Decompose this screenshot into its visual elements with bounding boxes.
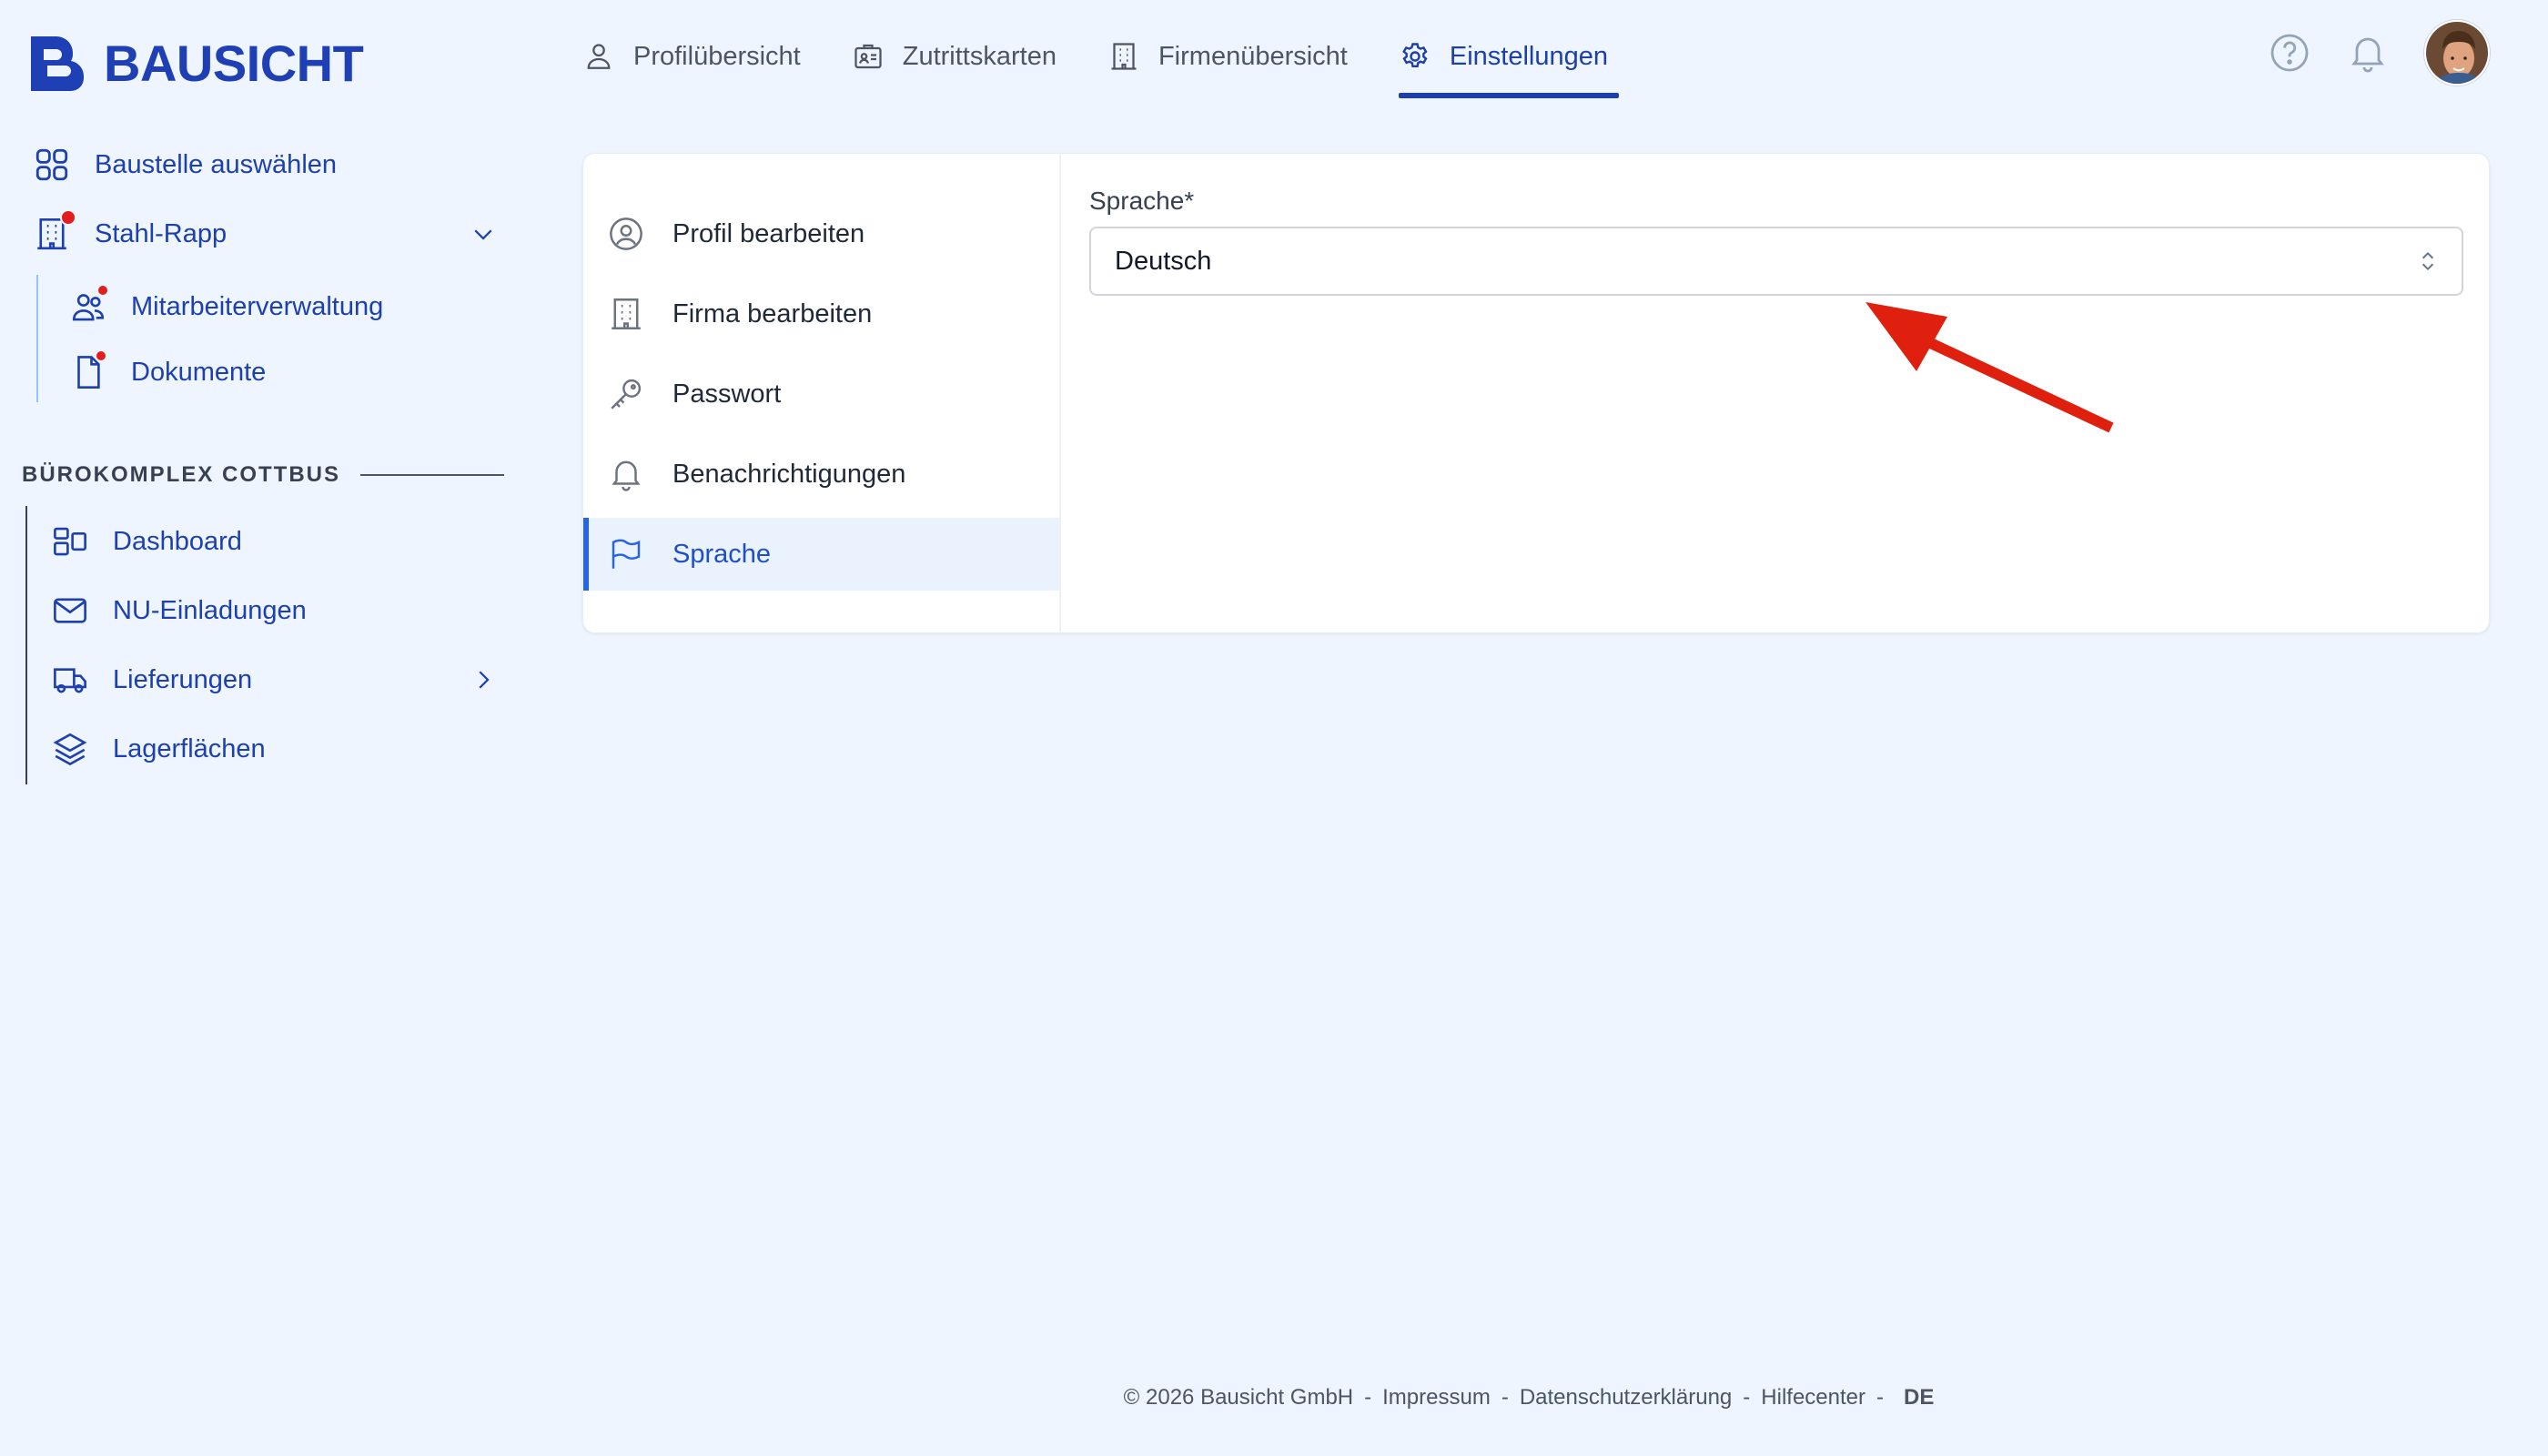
tree-guide-line xyxy=(36,275,38,402)
menu-item-benachrichtigungen[interactable]: Benachrichtigungen xyxy=(583,438,1059,511)
menu-item-firma-bearbeiten[interactable]: Firma bearbeiten xyxy=(583,278,1059,350)
footer-copyright: © 2026 Bausicht GmbH xyxy=(1123,1385,1354,1410)
notification-dot xyxy=(60,209,76,226)
panel-divider xyxy=(1059,154,1061,632)
sidebar-item-label: Lieferungen xyxy=(113,664,253,694)
chevron-down-icon[interactable] xyxy=(470,220,497,248)
mail-icon xyxy=(54,598,86,623)
footer-language-switch[interactable]: DE xyxy=(1904,1385,1934,1410)
document-icon-wrap xyxy=(69,349,107,391)
menu-item-sprache[interactable]: Sprache xyxy=(583,518,1059,591)
id-card-icon xyxy=(854,44,882,69)
layers-icon xyxy=(53,733,87,766)
notification-dot xyxy=(95,349,107,362)
language-field-label: Sprache* xyxy=(1089,187,1195,215)
brand-logo[interactable]: BAUSICHT xyxy=(27,33,364,93)
users-icon-wrap xyxy=(69,284,109,326)
sidebar-item-dashboard[interactable]: Dashboard xyxy=(51,522,242,561)
tab-profiluebersicht[interactable]: Profilübersicht xyxy=(582,33,801,80)
tab-label: Firmenübersicht xyxy=(1158,41,1348,71)
sidebar-section-title: BÜROKOMPLEX COTTBUS xyxy=(22,462,504,488)
chevron-right-icon[interactable] xyxy=(470,666,497,693)
notification-dot xyxy=(96,284,109,297)
sidebar-item-label: Dashboard xyxy=(113,526,242,556)
section-guide-line xyxy=(25,506,27,784)
bell-icon[interactable] xyxy=(2346,31,2390,75)
footer-link-hilfecenter[interactable]: Hilfecenter xyxy=(1761,1385,1866,1410)
sidebar-item-label: Mitarbeiterverwaltung xyxy=(131,291,384,321)
footer-separator: - xyxy=(1501,1385,1509,1410)
footer-separator: - xyxy=(1364,1385,1372,1410)
bell-icon xyxy=(612,460,641,491)
footer-link-impressum[interactable]: Impressum xyxy=(1382,1385,1491,1410)
dashboard-icon xyxy=(54,527,86,556)
truck-icon xyxy=(54,668,86,693)
bausicht-logo-icon xyxy=(31,36,85,91)
tab-firmenuebersicht[interactable]: Firmenübersicht xyxy=(1107,33,1348,80)
user-icon xyxy=(587,44,611,69)
menu-item-label: Passwort xyxy=(672,379,782,409)
building-icon xyxy=(1111,43,1137,70)
sidebar-item-nu-einladungen[interactable]: NU-Einladungen xyxy=(51,592,307,630)
footer: © 2026 Bausicht GmbH - Impressum - Daten… xyxy=(0,1385,2548,1410)
sidebar-item-label: NU-Einladungen xyxy=(113,595,307,625)
footer-separator: - xyxy=(1876,1385,1884,1410)
sidebar-select-site[interactable]: Baustelle auswählen xyxy=(33,146,337,184)
language-select[interactable]: Deutsch xyxy=(1089,227,2463,296)
top-navigation: Profilübersicht Zutrittskarten Firmenübe… xyxy=(582,33,1620,98)
grid-icon xyxy=(35,148,68,181)
sidebar-item-lagerflaechen[interactable]: Lagerflächen xyxy=(51,730,266,768)
tab-einstellungen[interactable]: Einstellungen xyxy=(1398,33,1620,98)
building-icon xyxy=(612,298,641,329)
settings-menu: Profil bearbeiten Firma bearbeiten Passw… xyxy=(583,197,1059,591)
user-avatar[interactable] xyxy=(2424,20,2490,86)
help-icon[interactable] xyxy=(2268,31,2311,75)
sidebar-select-site-label: Baustelle auswählen xyxy=(95,149,338,179)
footer-separator: - xyxy=(1743,1385,1751,1410)
flag-icon xyxy=(612,539,641,569)
avatar-photo-icon xyxy=(2426,22,2488,84)
chevron-updown-icon xyxy=(2422,251,2434,271)
sidebar-company-stahl-rapp[interactable]: Stahl-Rapp xyxy=(33,209,497,253)
sidebar-item-lieferungen[interactable]: Lieferungen xyxy=(51,661,497,699)
menu-item-passwort[interactable]: Passwort xyxy=(583,358,1059,430)
tab-zutrittskarten[interactable]: Zutrittskarten xyxy=(852,33,1057,80)
header-actions xyxy=(2268,20,2490,86)
sidebar-company-label: Stahl-Rapp xyxy=(95,218,228,248)
menu-item-label: Profil bearbeiten xyxy=(672,218,865,248)
tab-label: Zutrittskarten xyxy=(902,41,1057,71)
menu-item-label: Firma bearbeiten xyxy=(672,298,873,329)
tab-label: Einstellungen xyxy=(1449,41,1609,71)
company-icon-wrap xyxy=(33,209,76,253)
sidebar-item-dokumente[interactable]: Dokumente xyxy=(69,349,267,391)
tab-label: Profilübersicht xyxy=(633,41,801,71)
menu-item-label: Benachrichtigungen xyxy=(672,459,906,489)
menu-item-label: Sprache xyxy=(672,539,772,569)
sidebar-item-label: Dokumente xyxy=(131,357,267,387)
sidebar-item-label: Lagerflächen xyxy=(113,733,266,763)
section-title-text: BÜROKOMPLEX COTTBUS xyxy=(22,462,340,487)
gear-icon xyxy=(1402,43,1428,67)
menu-item-profil-bearbeiten[interactable]: Profil bearbeiten xyxy=(583,197,1059,270)
key-icon xyxy=(611,379,642,410)
sidebar-item-mitarbeiterverwaltung[interactable]: Mitarbeiterverwaltung xyxy=(69,284,384,326)
settings-panel: Profil bearbeiten Firma bearbeiten Passw… xyxy=(582,153,2490,633)
section-divider xyxy=(360,474,504,476)
annotation-arrow-icon xyxy=(1866,302,2114,433)
user-circle-icon xyxy=(610,217,642,250)
footer-link-datenschutz[interactable]: Datenschutzerklärung xyxy=(1520,1385,1732,1410)
brand-name: BAUSICHT xyxy=(104,34,364,92)
language-select-value: Deutsch xyxy=(1115,246,1212,276)
